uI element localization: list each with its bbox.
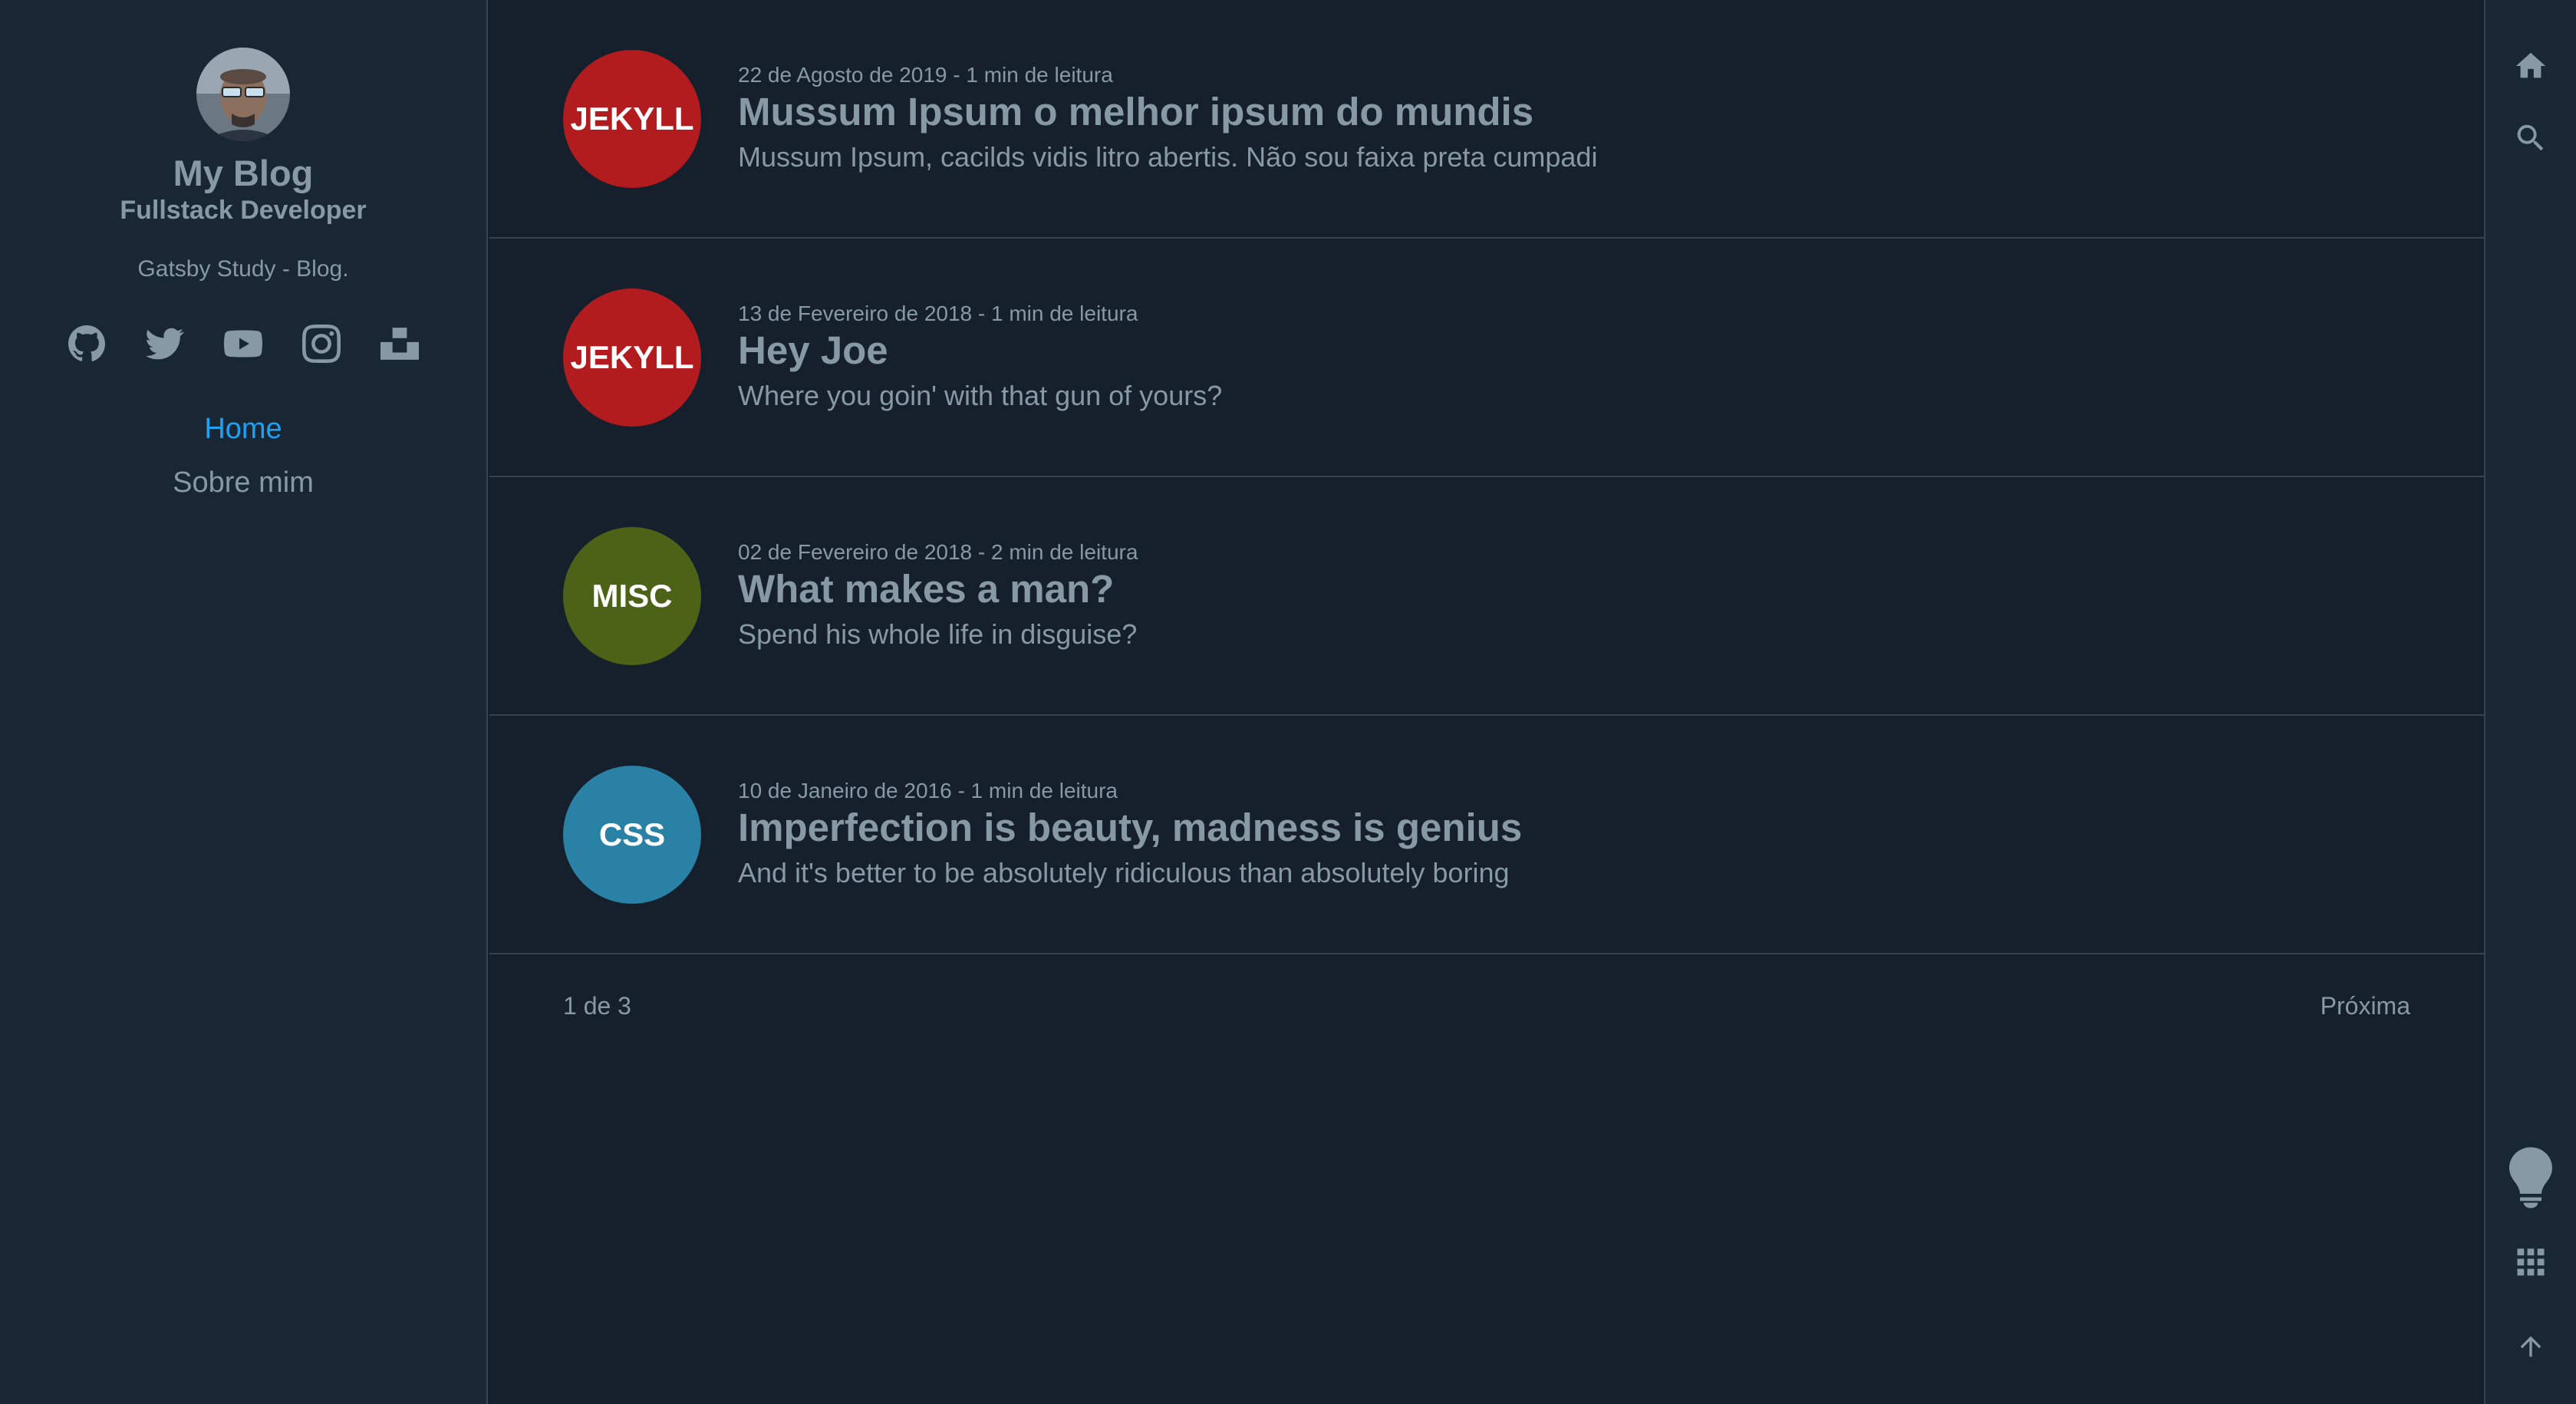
post-tag: JEKYLL [563,288,701,427]
blog-title[interactable]: My Blog [173,152,314,195]
twitter-icon[interactable] [145,324,185,364]
next-page-link[interactable]: Próxima [2321,992,2410,1020]
post-item[interactable]: CSS 10 de Janeiro de 2016 - 1 min de leit… [489,716,2484,954]
post-title[interactable]: Imperfection is beauty, madness is geniu… [738,804,1522,852]
menu-bar-top [2485,0,2576,184]
post-tag: CSS [563,765,701,904]
search-icon[interactable] [2485,92,2576,184]
sidebar-menu: Home Sobre mim [173,413,314,499]
post-info: 10 de Janeiro de 2016 - 1 min de leitura… [738,778,1522,892]
menu-link-sobre-mim[interactable]: Sobre mim [173,466,314,499]
page-info: 1 de 3 [563,991,631,1020]
post-description: Where you goin' with that gun of yours? [738,379,1223,411]
post-title[interactable]: Hey Joe [738,327,1222,374]
post-info: 13 de Fevereiro de 2018 - 1 min de leitu… [738,301,1222,414]
post-info: 02 de Fevereiro de 2018 - 2 min de leitu… [738,539,1138,653]
post-date: 13 de Fevereiro de 2018 - 1 min de leitu… [738,301,1138,325]
post-description: Mussum Ipsum, cacilds vidis litro aberti… [738,140,1598,173]
post-date: 02 de Fevereiro de 2018 - 2 min de leitu… [738,539,1138,564]
pagination: 1 de 3 Próxima [489,954,2484,1057]
post-item[interactable]: JEKYLL 13 de Fevereiro de 2018 - 1 min de… [489,239,2484,477]
post-title[interactable]: What makes a man? [738,565,1138,613]
youtube-icon[interactable] [223,324,263,364]
post-info: 22 de Agosto de 2019 - 1 min de leitura M… [738,62,1597,176]
post-date: 22 de Agosto de 2019 - 1 min de leitura [738,62,1113,87]
post-date: 10 de Janeiro de 2016 - 1 min de leitura [738,778,1118,803]
post-item[interactable]: MISC 02 de Fevereiro de 2018 - 2 min de l… [489,477,2484,716]
post-tag: MISC [563,526,701,665]
blog-description: Gatsby Study - Blog. [137,256,349,282]
menu-bar-bottom [2485,1135,2576,1389]
post-description: Spend his whole life in disguise? [738,618,1138,650]
lightbulb-icon[interactable] [2485,1135,2576,1220]
menu-link-home[interactable]: Home [204,413,282,445]
grid-icon[interactable] [2485,1220,2576,1304]
post-item[interactable]: JEKYLL 22 de Agosto de 2019 - 1 min de le… [489,0,2484,239]
post-list: JEKYLL 22 de Agosto de 2019 - 1 min de le… [489,0,2484,1404]
blog-position: Fullstack Developer [120,196,367,225]
avatar[interactable] [196,48,290,141]
sidebar: My Blog Fullstack Developer Gatsby Study… [0,0,488,1404]
instagram-icon[interactable] [301,324,341,364]
arrow-up-icon[interactable] [2485,1304,2576,1389]
post-tag: JEKYLL [563,49,701,188]
post-title[interactable]: Mussum Ipsum o melhor ipsum do mundis [738,88,1597,136]
github-icon[interactable] [67,324,107,364]
menu-bar [2484,0,2576,1404]
app: My Blog Fullstack Developer Gatsby Study… [0,0,2576,1404]
post-description: And it's better to be absolutely ridicul… [738,856,1510,888]
unsplash-icon[interactable] [380,324,420,364]
social-links [67,324,420,364]
